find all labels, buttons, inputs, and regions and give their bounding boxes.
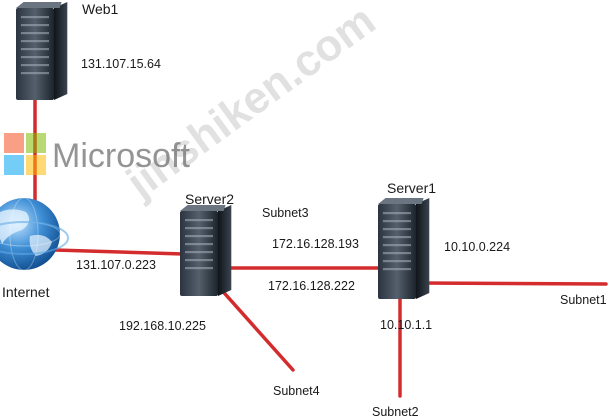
subnet4-label: Subnet4 (273, 384, 320, 398)
subnet3-label: Subnet3 (262, 206, 309, 220)
web1-server-icon (16, 2, 68, 100)
internet-label: Internet (2, 284, 50, 300)
server2-label: Server2 (185, 191, 235, 207)
server1-subnet2-address: 10.10.1.1 (380, 318, 433, 332)
ms-red-square-icon (4, 133, 24, 153)
server1-label: Server1 (387, 180, 437, 196)
server2-subnet4-address: 192.168.10.225 (119, 319, 206, 333)
link-server2-subnet4 (216, 284, 295, 372)
server2-server-icon (180, 205, 232, 296)
internet-globe-icon (0, 197, 69, 271)
link-server1-subnet1 (418, 281, 608, 286)
ms-green-square-icon (26, 133, 46, 153)
web1-address: 131.107.15.64 (81, 57, 161, 71)
web1-label: Web1 (82, 1, 119, 17)
server2-internet-address: 131.107.0.223 (76, 258, 156, 272)
server2-subnet3-address: 172.16.128.193 (272, 237, 359, 251)
server1-subnet1-address: 10.10.0.224 (444, 240, 511, 254)
server1-server-icon (378, 198, 430, 299)
server1-subnet3-address: 172.16.128.222 (268, 279, 355, 293)
ms-blue-square-icon (4, 155, 24, 175)
link-internet-server2 (53, 248, 185, 256)
subnet1-label: Subnet1 (560, 293, 607, 307)
ms-yellow-square-icon (26, 155, 46, 175)
